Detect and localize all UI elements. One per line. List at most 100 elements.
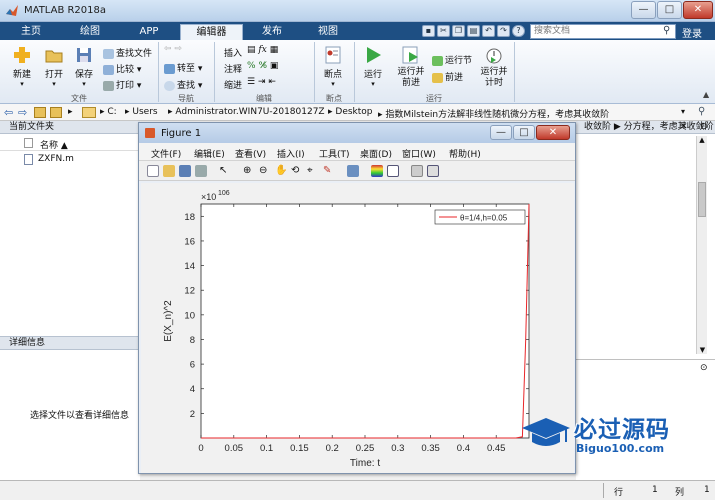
collapse-ribbon-icon[interactable]: ▲ bbox=[703, 90, 709, 99]
menu-tools[interactable]: 工具(T) bbox=[319, 147, 350, 160]
chart-svg[interactable]: 0 0.05 0.1 0.15 0.2 0.25 0.3 0.35 0.4 0.45 2 4 6 8 10 1… bbox=[141, 183, 574, 473]
redo-icon[interactable]: ↷ bbox=[497, 25, 510, 37]
compare-button[interactable]: 比较 ▾ bbox=[103, 62, 141, 75]
run-section-button[interactable]: 运行节 bbox=[432, 53, 472, 66]
quick-copy-icon[interactable]: ❐ bbox=[452, 25, 465, 37]
command-window-options-icon[interactable]: ⊙ bbox=[700, 363, 708, 373]
save-figure-icon[interactable] bbox=[179, 165, 191, 177]
address-dropdown-icon[interactable]: ▾ bbox=[681, 107, 685, 116]
tab-plots[interactable]: 绘图 bbox=[64, 24, 116, 40]
close-button[interactable]: ✕ bbox=[683, 1, 713, 19]
up-folder-icon[interactable] bbox=[34, 107, 46, 118]
path-segment[interactable]: ▸ C: bbox=[100, 107, 117, 117]
maximize-button[interactable]: □ bbox=[657, 1, 682, 19]
login-button[interactable]: 登录 bbox=[682, 25, 702, 40]
menu-file[interactable]: 文件(F) bbox=[151, 147, 181, 160]
back-arrow-icon[interactable]: ⇦ bbox=[4, 106, 13, 119]
open-button[interactable]: 打开 ▾ bbox=[40, 45, 68, 88]
title-bar: MATLAB R2018a — □ ✕ bbox=[0, 0, 715, 22]
tab-apps[interactable]: APP bbox=[124, 24, 174, 40]
figure-close-button[interactable]: ✕ bbox=[536, 125, 570, 140]
search-path-icon[interactable]: ⚲ bbox=[698, 106, 705, 117]
advance-button[interactable]: 前进 bbox=[432, 70, 463, 83]
quick-cut-icon[interactable]: ✂ bbox=[437, 25, 450, 37]
pan-icon[interactable]: ✋ bbox=[275, 165, 287, 177]
tab-editor[interactable]: 编辑器 bbox=[180, 24, 243, 40]
file-list-item[interactable]: ZXFN.m bbox=[24, 154, 134, 166]
pointer-icon[interactable]: ↖ bbox=[219, 165, 231, 177]
x-tick-label: 0.45 bbox=[487, 443, 506, 454]
insert-button[interactable]: 插入 bbox=[224, 46, 242, 59]
new-button[interactable]: 新建 ▾ bbox=[8, 45, 36, 88]
forward-arrow-icon[interactable]: ⇨ bbox=[18, 106, 27, 119]
drive-icon bbox=[82, 107, 96, 118]
find-files-button[interactable]: 查找文件 bbox=[103, 46, 152, 59]
goto-button[interactable]: 转至 ▾ bbox=[164, 61, 202, 74]
quick-save-icon[interactable]: ▪ bbox=[422, 25, 435, 37]
brush-icon[interactable]: ✎ bbox=[323, 165, 335, 177]
search-icon[interactable]: ⚲ bbox=[663, 25, 670, 36]
path-segment[interactable]: ▸ Users bbox=[125, 107, 158, 117]
figure-maximize-button[interactable]: □ bbox=[513, 125, 535, 140]
save-button[interactable]: 保存 ▾ bbox=[72, 45, 96, 88]
minimize-button[interactable]: — bbox=[631, 1, 656, 19]
figure-window[interactable]: Figure 1 — □ ✕ 文件(F) 编辑(E) 查看(V) 插入(I) 工… bbox=[138, 122, 576, 474]
edit-tool-icons[interactable]: ▤ fx ▦ bbox=[247, 45, 278, 55]
tab-home[interactable]: 主页 bbox=[8, 24, 54, 40]
quick-paste-icon[interactable]: ▤ bbox=[467, 25, 480, 37]
run-and-advance-button[interactable]: 运行并前进 bbox=[394, 45, 428, 89]
run-button[interactable]: 运行 ▾ bbox=[358, 45, 388, 88]
scroll-down-icon[interactable]: ▼ bbox=[697, 346, 708, 354]
figure-title-bar[interactable]: Figure 1 — □ ✕ bbox=[139, 123, 575, 143]
y-tick-label: 2 bbox=[190, 409, 195, 420]
comment-button[interactable]: 注释 bbox=[224, 62, 242, 75]
rotate-icon[interactable]: ⟲ bbox=[291, 165, 303, 177]
new-figure-icon[interactable] bbox=[147, 165, 159, 177]
find-button[interactable]: 查找 ▾ bbox=[164, 78, 202, 91]
undo-icon[interactable]: ↶ bbox=[482, 25, 495, 37]
zoom-in-icon[interactable]: ⊕ bbox=[243, 165, 255, 177]
panel-close-icon[interactable]: ✕ bbox=[680, 121, 688, 133]
link-plot-icon[interactable] bbox=[347, 165, 359, 177]
panel-options-icon[interactable]: ⊙ bbox=[700, 121, 708, 133]
root-arrow-icon[interactable]: ▸ bbox=[68, 107, 73, 117]
zoom-out-icon[interactable]: ⊖ bbox=[259, 165, 271, 177]
editor-breadcrumb-header: 收敛阶 ▶ 分方程，考虑其收敛阶 ✕ ⊙ bbox=[576, 121, 715, 134]
colorbar-icon[interactable] bbox=[371, 165, 383, 177]
search-docs-input[interactable]: 搜索文档 bbox=[530, 24, 676, 39]
indent-button[interactable]: 缩进 bbox=[224, 78, 242, 91]
indent-icons[interactable]: ☰ ⇥ ⇤ bbox=[247, 77, 276, 87]
menu-help[interactable]: 帮助(H) bbox=[449, 147, 481, 160]
legend-icon[interactable] bbox=[387, 165, 399, 177]
menu-insert[interactable]: 插入(I) bbox=[277, 147, 305, 160]
tab-publish[interactable]: 发布 bbox=[248, 24, 296, 40]
menu-window[interactable]: 窗口(W) bbox=[402, 147, 436, 160]
run-and-time-button[interactable]: 运行并计时 bbox=[478, 45, 510, 89]
editor-scrollbar[interactable]: ▲ ▼ bbox=[696, 136, 707, 354]
path-segment[interactable]: ▸ 指数Milstein方法解非线性随机微分方程，考虑其收敛阶 bbox=[378, 107, 609, 120]
menu-view[interactable]: 查看(V) bbox=[235, 147, 266, 160]
scroll-thumb[interactable] bbox=[698, 182, 706, 217]
details-header: 详细信息 bbox=[0, 336, 140, 350]
figure-minimize-button[interactable]: — bbox=[490, 125, 512, 140]
path-segment[interactable]: ▸ Administrator.WIN7U-20180127Z bbox=[168, 107, 325, 117]
print-figure-icon[interactable] bbox=[195, 165, 207, 177]
name-column-header[interactable]: 名称 ▲ bbox=[0, 137, 140, 151]
open-file-icon[interactable] bbox=[163, 165, 175, 177]
menu-edit[interactable]: 编辑(E) bbox=[194, 147, 225, 160]
data-cursor-icon[interactable]: ⌖ bbox=[307, 165, 319, 177]
menu-desktop[interactable]: 桌面(D) bbox=[360, 147, 392, 160]
browse-folder-icon[interactable] bbox=[50, 107, 62, 118]
help-icon[interactable]: ? bbox=[512, 25, 525, 37]
show-plot-tools-icon[interactable] bbox=[427, 165, 439, 177]
tab-view[interactable]: 视图 bbox=[302, 24, 354, 40]
path-segment[interactable]: ▸ Desktop bbox=[328, 107, 373, 117]
hide-plot-tools-icon[interactable] bbox=[411, 165, 423, 177]
scroll-up-icon[interactable]: ▲ bbox=[697, 136, 707, 144]
comment-icons[interactable]: % %̸ ▣ bbox=[247, 61, 278, 71]
breakpoints-button[interactable]: 断点 ▾ bbox=[318, 45, 348, 88]
figure-canvas[interactable]: 0 0.05 0.1 0.15 0.2 0.25 0.3 0.35 0.4 0.45 2 4 6 8 10 1… bbox=[141, 183, 574, 473]
print-button[interactable]: 打印 ▾ bbox=[103, 78, 141, 91]
x-tick-label: 0.1 bbox=[260, 443, 273, 454]
uncomment-icon: %̸ bbox=[258, 61, 267, 71]
